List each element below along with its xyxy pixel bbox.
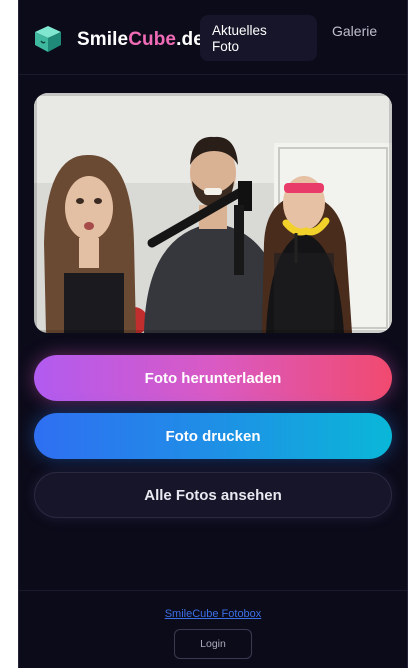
tab-gallery[interactable]: Galerie [332,23,377,39]
footer-brand-link[interactable]: SmileCube Fotobox [19,608,407,620]
view-all-photos-button[interactable]: Alle Fotos ansehen [34,472,392,518]
tab-current-line1: Aktuelles [212,23,267,38]
app-frame: SmileCube.de Aktuelles Foto Galerie Foto… [18,0,408,668]
print-photo-button[interactable]: Foto drucken [34,413,392,459]
download-photo-button[interactable]: Foto herunterladen [34,355,392,401]
tab-current-photo[interactable]: Aktuelles Foto [200,15,317,61]
current-photo [34,93,392,333]
cube-icon [35,26,61,52]
tab-current-line2: Foto [212,39,240,54]
photo-illustration [34,93,392,333]
brand-prefix: Smile [77,29,129,50]
footer: SmileCube Fotobox Login [19,590,407,669]
login-button[interactable]: Login [174,629,252,659]
brand-name[interactable]: SmileCube.de [77,29,204,51]
brand-accent: Cube [128,29,177,50]
top-navigation: SmileCube.de Aktuelles Foto Galerie [19,0,407,75]
